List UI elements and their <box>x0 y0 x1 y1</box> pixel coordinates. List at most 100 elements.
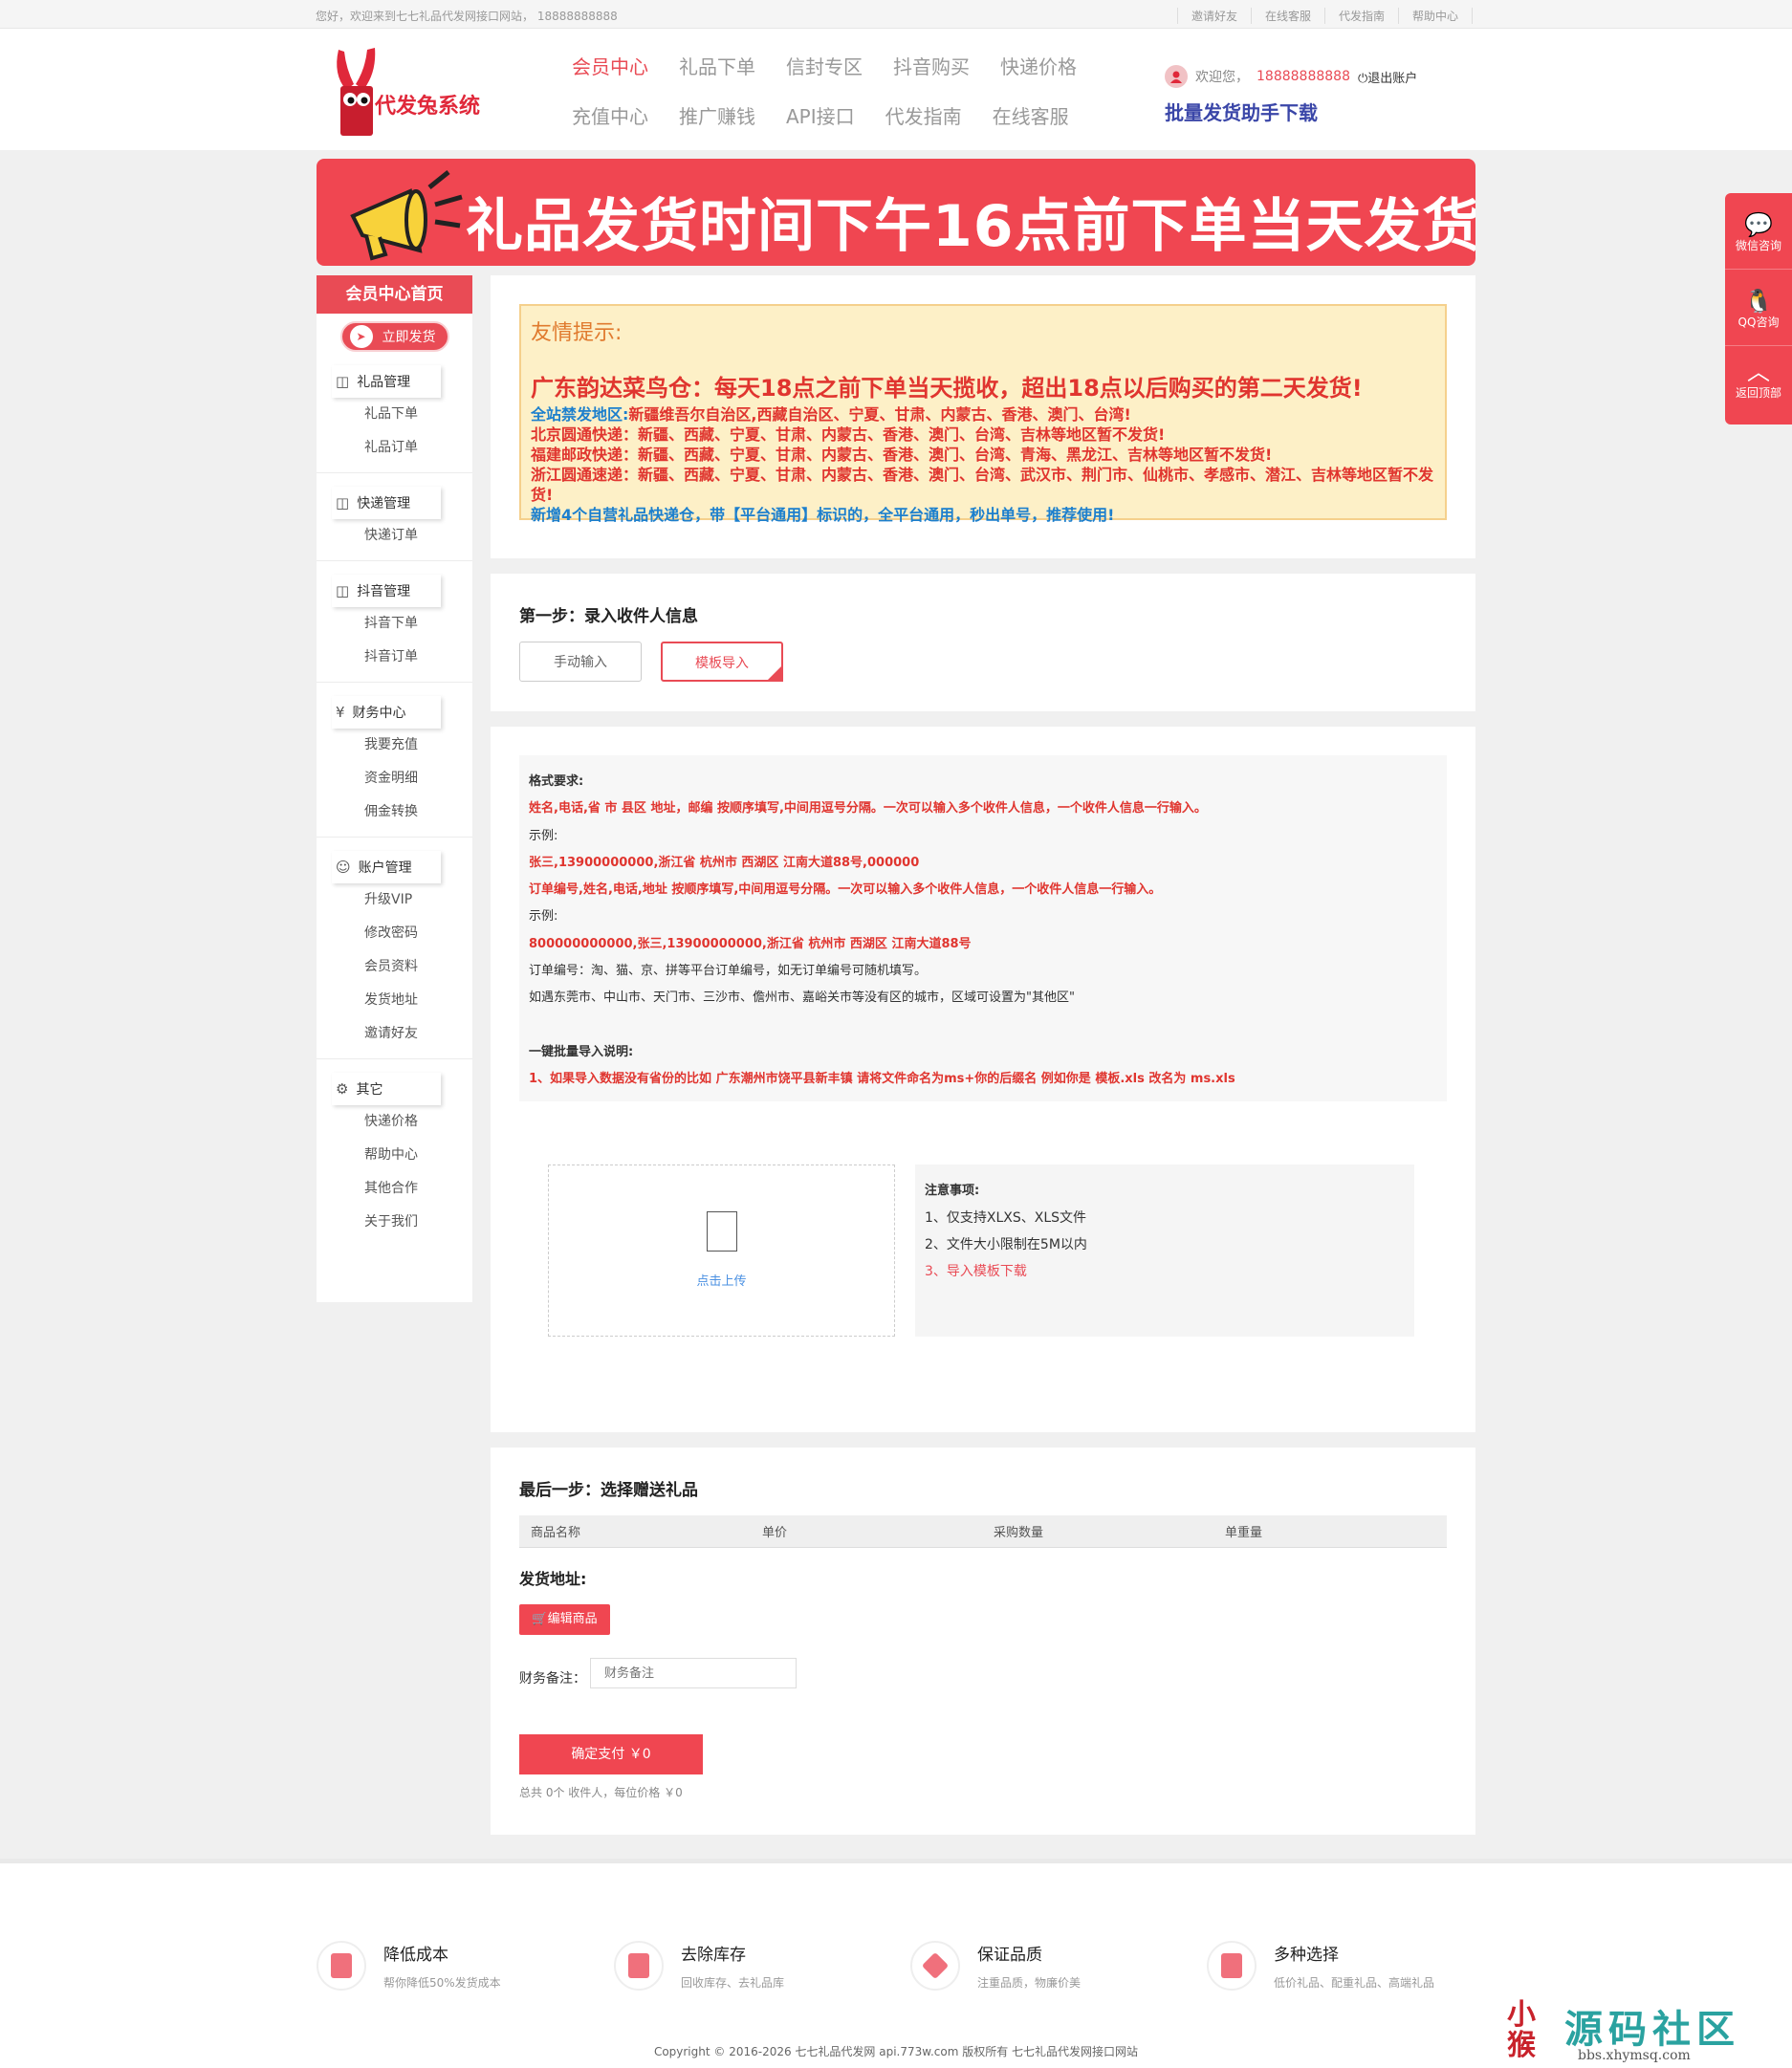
feature-sub: 低价礼品、配重礼品、高端礼品 <box>1274 1976 1435 1990</box>
sidebar-item-douyin-order[interactable]: 抖音下单 <box>364 607 472 641</box>
feature-title: 去除库存 <box>681 1946 746 1965</box>
sidebar-item-vip[interactable]: 升级VIP <box>364 883 472 917</box>
ship-now-button[interactable]: ➤ 立即发货 <box>339 321 449 352</box>
sidebar-item-express-orders[interactable]: 快递订单 <box>364 519 472 553</box>
nav-gift-order[interactable]: 礼品下单 <box>679 52 755 78</box>
sidebar-item-recharge[interactable]: 我要充值 <box>364 729 472 762</box>
top-link-help[interactable]: 帮助中心 <box>1397 8 1473 24</box>
finance-memo-input[interactable] <box>590 1658 797 1688</box>
upload-area[interactable]: 点击上传 <box>548 1165 895 1337</box>
sidebar-group-account: ☺ 账户管理 升级VIP 修改密码 会员资料 发货地址 邀请好友 <box>317 838 472 1059</box>
bag-icon: ◫ <box>336 373 350 390</box>
ship-address-label: 发货地址: <box>519 1570 587 1588</box>
nav-member-center[interactable]: 会员中心 <box>572 52 648 78</box>
notice-highlight: 广东韵达菜鸟仓：每天18点之前下单当天揽收，超出18点以后购买的第二天发货! <box>531 375 1363 402</box>
power-icon: ⏻ <box>1357 71 1368 86</box>
user-info: 欢迎您， 18888888888 ⏻退出账户 <box>1165 65 1417 88</box>
nav-guide[interactable]: 代发指南 <box>885 101 962 128</box>
sidebar-item-address[interactable]: 发货地址 <box>364 984 472 1017</box>
bag-icon: ◫ <box>336 494 350 512</box>
user-phone[interactable]: 18888888888 <box>1257 69 1350 84</box>
last-step-title: 最后一步：选择赠送礼品 <box>519 1481 698 1500</box>
format-title: 格式要求: <box>529 774 584 789</box>
wechat-consult-button[interactable]: 💬 微信咨询 <box>1725 193 1792 270</box>
format-example-label: 示例: <box>529 909 558 925</box>
sidebar-group-gift: ◫ 礼品管理 礼品下单 礼品订单 <box>317 352 472 473</box>
qq-consult-button[interactable]: 🐧 QQ咨询 <box>1725 270 1792 346</box>
notice-box: 友情提示: 广东韵达菜鸟仓：每天18点之前下单当天揽收，超出18点以后购买的第二… <box>519 304 1447 524</box>
sidebar-group-express: ◫ 快递管理 快递订单 <box>317 473 472 561</box>
feature-stock: 去除库存 回收库存、去礼品库 <box>614 1941 784 1991</box>
gift-table-header: 商品名称 单价 采购数量 单重量 <box>519 1515 1447 1548</box>
cost-icon <box>317 1941 366 1991</box>
send-icon: ➤ <box>349 325 373 348</box>
chevron-up-icon: ︿ <box>1747 359 1770 385</box>
notice-line: 全站禁发地区:新疆维吾尔自治区,西藏自治区、宁夏、甘肃、内蒙古、香港、澳门、台湾… <box>531 405 1131 424</box>
feature-choice: 多种选择 低价礼品、配重礼品、高端礼品 <box>1207 1941 1434 1991</box>
sidebar-item-profile[interactable]: 会员资料 <box>364 950 472 984</box>
logout-link[interactable]: ⏻退出账户 <box>1358 68 1417 86</box>
sidebar-home[interactable]: 会员中心首页 <box>317 275 472 314</box>
sidebar: 会员中心首页 ➤ 立即发货 ◫ 礼品管理 礼品下单 礼品订单 ◫ 快递管理 快递订单 … <box>317 275 472 1302</box>
sidebar-item-douyin-orders[interactable]: 抖音订单 <box>364 641 472 674</box>
feature-sub: 帮你降低50%发货成本 <box>383 1976 501 1990</box>
sidebar-title-express[interactable]: ◫ 快递管理 <box>332 487 441 519</box>
format-sample: 800000000000,张三,13900000000,浙江省 杭州市 西湖区 … <box>529 936 972 951</box>
sidebar-item-about[interactable]: 关于我们 <box>364 1206 472 1239</box>
sidebar-title-gift[interactable]: ◫ 礼品管理 <box>332 365 441 398</box>
nav-api[interactable]: API接口 <box>786 101 855 128</box>
sidebar-item-gift-order[interactable]: 礼品下单 <box>364 398 472 431</box>
sidebar-item-commission[interactable]: 佣金转换 <box>364 795 472 829</box>
sidebar-item-cooperation[interactable]: 其他合作 <box>364 1172 472 1206</box>
sidebar-item-funds[interactable]: 资金明细 <box>364 762 472 795</box>
format-line: 订单编号：淘、猫、京、拼等平台订单编号，如无订单编号可随机填写。 <box>529 964 928 979</box>
user-icon <box>1170 71 1182 83</box>
sidebar-title-finance[interactable]: ¥ 财务中心 <box>332 696 441 729</box>
feature-sub: 注重品质，物廉价美 <box>977 1976 1082 1990</box>
notice-panel: 友情提示: 广东韵达菜鸟仓：每天18点之前下单当天揽收，超出18点以后购买的第二… <box>491 275 1475 558</box>
template-import-tab[interactable]: 模板导入 <box>661 642 783 682</box>
column-header: 采购数量 <box>994 1526 1044 1540</box>
sidebar-title-douyin[interactable]: ◫ 抖音管理 <box>332 575 441 607</box>
bag-icon: ◫ <box>336 582 350 599</box>
banner: 礼品发货时间下午16点前下单当天发货-5分钟出单号 <box>317 159 1475 266</box>
sidebar-item-gift-orders[interactable]: 礼品订单 <box>364 431 472 465</box>
sidebar-item-help[interactable]: 帮助中心 <box>364 1139 472 1172</box>
sidebar-item-express-price[interactable]: 快递价格 <box>364 1105 472 1139</box>
format-line: 姓名,电话,省 市 县区 地址，邮编 按顺序填写,中间用逗号分隔。一次可以输入多… <box>529 801 1207 816</box>
format-sample: 张三,13900000000,浙江省 杭州市 西湖区 江南大道88号,00000… <box>529 855 920 870</box>
watermark-domain: bbs.xhymsq.com <box>1578 2048 1691 2063</box>
notes-item: 2、文件大小限制在5M以内 <box>925 1237 1087 1252</box>
download-helper-link[interactable]: 批量发货助手下载 <box>1165 98 1318 125</box>
manual-input-tab[interactable]: 手动输入 <box>519 642 642 682</box>
top-link-invite[interactable]: 邀请好友 <box>1176 8 1251 24</box>
back-to-top-button[interactable]: ︿ 返回顶部 <box>1725 346 1792 423</box>
nav-promote[interactable]: 推广赚钱 <box>679 101 755 128</box>
notes-item: 1、仅支持XLXS、XLS文件 <box>925 1210 1087 1226</box>
step1-panel: 第一步：录入收件人信息 手动输入 模板导入 <box>491 574 1475 711</box>
nav-envelope[interactable]: 信封专区 <box>786 52 863 78</box>
top-link-service[interactable]: 在线客服 <box>1250 8 1324 24</box>
format-line: 订单编号,姓名,电话,地址 按顺序填写,中间用逗号分隔。一次可以输入多个收件人信… <box>529 882 1162 898</box>
template-download-link[interactable]: 3、导入模板下载 <box>925 1258 1405 1285</box>
column-header: 单重量 <box>1225 1526 1263 1540</box>
confirm-pay-button[interactable]: 确定支付 ￥0 <box>519 1734 703 1774</box>
sidebar-item-password[interactable]: 修改密码 <box>364 917 472 950</box>
sidebar-title-account[interactable]: ☺ 账户管理 <box>332 851 441 883</box>
edit-goods-button[interactable]: 🛒编辑商品 <box>519 1604 610 1635</box>
nav-recharge[interactable]: 充值中心 <box>572 101 648 128</box>
nav-douyin[interactable]: 抖音购买 <box>893 52 970 78</box>
avatar[interactable] <box>1165 65 1188 88</box>
nav-express-price[interactable]: 快递价格 <box>1000 52 1077 78</box>
notes-title: 注意事项: <box>925 1184 980 1198</box>
logo[interactable]: 代发兔系统 <box>325 46 516 141</box>
user-icon: ☺ <box>336 859 351 876</box>
format-line: 如遇东莞市、中山市、天门市、三沙市、儋州市、嘉峪关市等没有区的城市，区域可设置为… <box>529 990 1075 1006</box>
top-link-guide[interactable]: 代发指南 <box>1323 8 1398 24</box>
megaphone-icon <box>350 170 463 261</box>
qq-icon: 🐧 <box>1744 288 1773 315</box>
feature-title: 降低成本 <box>383 1946 448 1965</box>
sidebar-item-invite[interactable]: 邀请好友 <box>364 1017 472 1051</box>
nav-service[interactable]: 在线客服 <box>993 101 1069 128</box>
sidebar-title-other[interactable]: ⚙ 其它 <box>332 1073 441 1105</box>
